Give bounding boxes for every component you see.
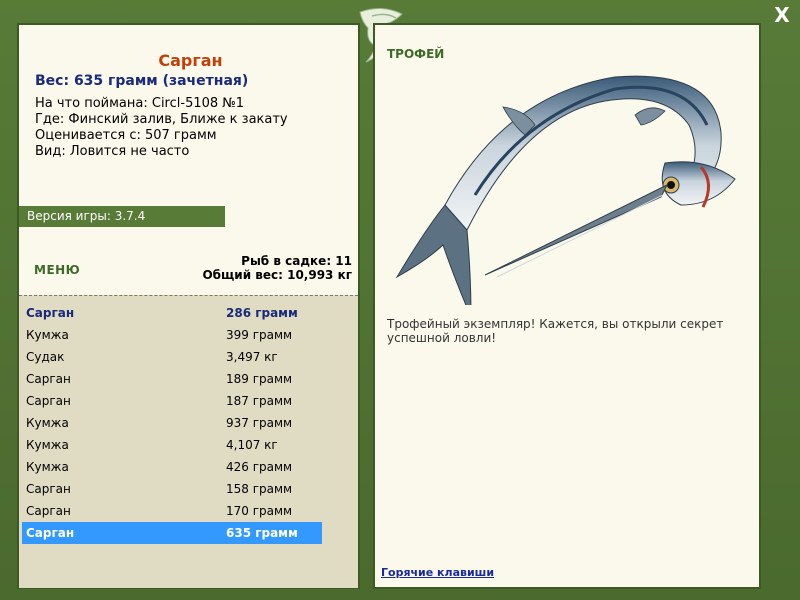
list-item-name: Сарган <box>26 306 75 320</box>
list-item-weight: 399 грамм <box>226 328 293 342</box>
total-weight: Общий вес: 10,993 кг <box>202 268 352 282</box>
trophy-description: Трофейный экземпляр! Кажется, вы открыли… <box>387 317 724 345</box>
list-item-weight: 426 грамм <box>226 460 293 474</box>
game-version: Версия игры: 3.7.4 <box>19 206 225 227</box>
keepnet-stats: Рыб в садке: 11 Общий вес: 10,993 кг <box>202 254 352 282</box>
list-item-name: Судак <box>26 350 65 364</box>
list-item-weight: 635 грамм <box>226 526 298 540</box>
close-button[interactable]: X <box>772 4 792 26</box>
list-item-weight: 4,107 кг <box>226 438 278 452</box>
list-item-name: Сарган <box>26 394 71 408</box>
list-item-name: Сарган <box>26 526 75 540</box>
list-item[interactable]: Сарган 187 грамм <box>22 390 322 412</box>
list-item-name: Сарган <box>26 372 71 386</box>
list-item-name: Кумжа <box>26 328 69 342</box>
list-item-name: Кумжа <box>26 438 69 452</box>
list-item-name: Сарган <box>26 504 71 518</box>
garfish-illustration <box>395 75 736 305</box>
list-item-name: Кумжа <box>26 416 69 430</box>
list-item-name: Кумжа <box>26 460 69 474</box>
list-item[interactable]: Сарган 170 грамм <box>22 500 322 522</box>
list-item[interactable]: Сарган 286 грамм <box>22 302 322 324</box>
rated-from: Оценивается с: 507 грамм <box>35 128 217 143</box>
list-item-name: Сарган <box>26 482 71 496</box>
fish-weight: Вес: 635 грамм (зачетная) <box>35 73 249 89</box>
list-item-selected[interactable]: Сарган 635 грамм <box>22 522 322 544</box>
fish-count: Рыб в садке: 11 <box>241 254 352 268</box>
list-item-weight: 158 грамм <box>226 482 293 496</box>
catch-location: Где: Финский залив, Ближе к закату <box>35 112 288 127</box>
list-item[interactable]: Сарган 189 грамм <box>22 368 322 390</box>
list-item-weight: 3,497 кг <box>226 350 278 364</box>
window-frame: X Сарган Вес: 635 грамм (зачетная) На чт… <box>0 0 800 600</box>
list-item-weight: 937 грамм <box>226 416 293 430</box>
fish-name: Сарган <box>158 51 223 70</box>
list-item[interactable]: Кумжа 399 грамм <box>22 324 322 346</box>
list-item[interactable]: Сарган 158 грамм <box>22 478 322 500</box>
caught-on: На что поймана: Circl-5108 №1 <box>35 96 245 111</box>
list-item-weight: 170 грамм <box>226 504 293 518</box>
trophy-panel: ТРОФЕЙ Трофейный экземпляр! Кажется, вы … <box>373 23 761 589</box>
list-item-weight: 189 грамм <box>226 372 293 386</box>
catch-list: Сарган 286 грамм Кумжа 399 грамм Судак 3… <box>19 295 358 588</box>
catch-info-panel: Сарган Вес: 635 грамм (зачетная) На что … <box>17 23 360 589</box>
list-item[interactable]: Кумжа 4,107 кг <box>22 434 322 456</box>
list-item-weight: 187 грамм <box>226 394 293 408</box>
list-item-weight: 286 грамм <box>226 306 298 320</box>
list-item[interactable]: Кумжа 426 грамм <box>22 456 322 478</box>
list-item[interactable]: Кумжа 937 грамм <box>22 412 322 434</box>
fish-kind: Вид: Ловится не часто <box>35 144 190 159</box>
list-item[interactable]: Судак 3,497 кг <box>22 346 322 368</box>
menu-button[interactable]: МЕНЮ <box>34 263 80 277</box>
hotkeys-link[interactable]: Горячие клавиши <box>381 566 494 579</box>
